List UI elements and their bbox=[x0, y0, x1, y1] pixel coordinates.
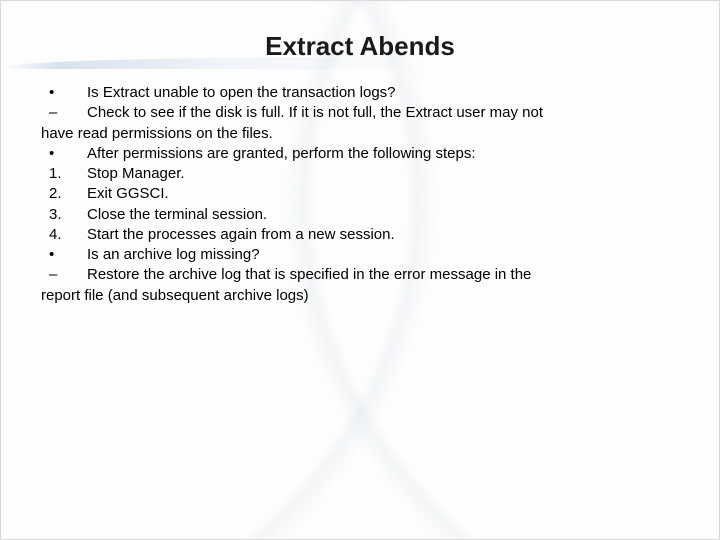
bullet-marker: • bbox=[41, 83, 87, 103]
list-text: Is an archive log missing? bbox=[87, 246, 260, 263]
number-marker: 3. bbox=[41, 205, 87, 225]
dash-marker: – bbox=[41, 265, 87, 285]
list-text: Restore the archive log that is specifie… bbox=[87, 266, 531, 283]
list-item: •Is Extract unable to open the transacti… bbox=[41, 83, 679, 103]
list-text: Exit GGSCI. bbox=[87, 185, 169, 202]
bullet-marker: • bbox=[41, 245, 87, 265]
dash-marker: – bbox=[41, 103, 87, 123]
slide-body: •Is Extract unable to open the transacti… bbox=[41, 83, 679, 306]
slide: Extract Abends •Is Extract unable to ope… bbox=[0, 0, 720, 540]
list-text: Start the processes again from a new ses… bbox=[87, 226, 395, 243]
number-marker: 2. bbox=[41, 184, 87, 204]
list-text: After permissions are granted, perform t… bbox=[87, 145, 476, 162]
list-item: •Is an archive log missing? bbox=[41, 245, 679, 265]
list-text: Check to see if the disk is full. If it … bbox=[87, 104, 543, 121]
list-item: –Check to see if the disk is full. If it… bbox=[41, 103, 679, 123]
list-text: Stop Manager. bbox=[87, 165, 185, 182]
list-text: Is Extract unable to open the transactio… bbox=[87, 84, 396, 101]
list-text: Close the terminal session. bbox=[87, 206, 267, 223]
list-item: –Restore the archive log that is specifi… bbox=[41, 265, 679, 285]
list-item: 1.Stop Manager. bbox=[41, 164, 679, 184]
list-item-continuation: have read permissions on the files. bbox=[41, 124, 679, 144]
list-item: 4.Start the processes again from a new s… bbox=[41, 225, 679, 245]
list-item: 2.Exit GGSCI. bbox=[41, 184, 679, 204]
bullet-marker: • bbox=[41, 144, 87, 164]
slide-title: Extract Abends bbox=[1, 31, 719, 62]
list-item-continuation: report file (and subsequent archive logs… bbox=[41, 286, 679, 306]
list-item: •After permissions are granted, perform … bbox=[41, 144, 679, 164]
number-marker: 1. bbox=[41, 164, 87, 184]
list-item: 3.Close the terminal session. bbox=[41, 205, 679, 225]
number-marker: 4. bbox=[41, 225, 87, 245]
